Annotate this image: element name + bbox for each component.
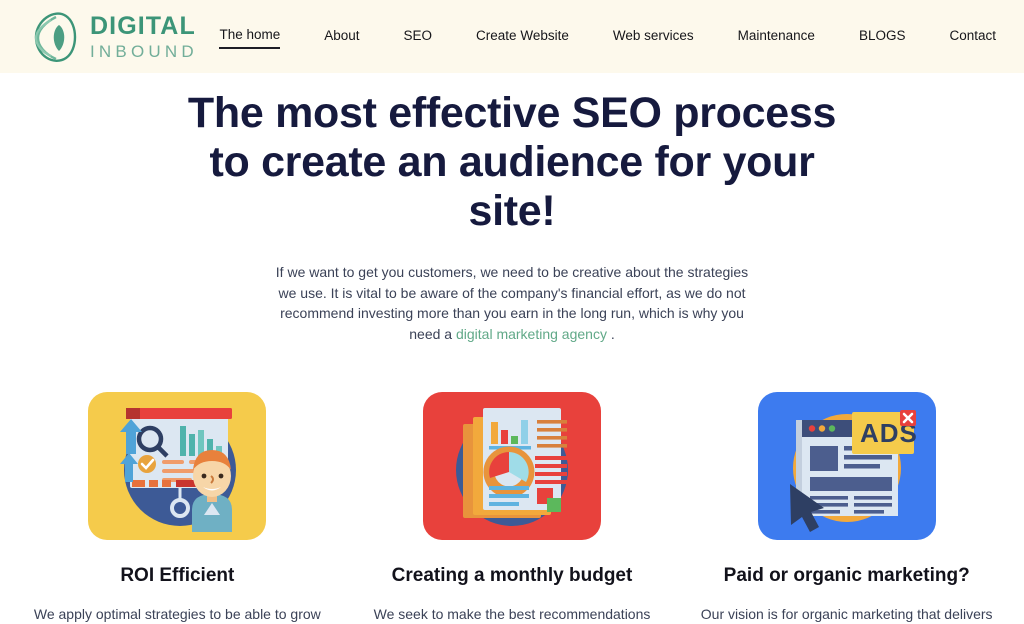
feature-title-roi-efficient: ROI Efficient	[120, 565, 235, 586]
leaf-circle-logo-icon	[34, 11, 77, 62]
nav-item-blogs[interactable]: BLOGS	[859, 25, 906, 48]
hero-paragraph-tail: .	[606, 325, 615, 342]
nav-item-create-website[interactable]: Create Website	[476, 25, 569, 48]
budget-documents-report-icon	[423, 392, 601, 540]
site-header: DIGITAL INBOUND The home About SEO Creat…	[0, 0, 1024, 73]
brand-wordmark: DIGITAL INBOUND	[90, 11, 198, 61]
nav-item-maintenance[interactable]: Maintenance	[738, 25, 815, 48]
brand-logo[interactable]: DIGITAL INBOUND	[26, 11, 198, 63]
nav-item-contact[interactable]: Contact	[949, 25, 996, 48]
nav-item-about[interactable]: About	[324, 25, 359, 48]
feature-title-monthly-budget: Creating a monthly budget	[391, 565, 633, 586]
brand-line-2: INBOUND	[90, 41, 198, 61]
feature-card-paid-organic: ADS Paid or organic marketing? Our visio…	[679, 392, 1014, 624]
feature-description-monthly-budget: We seek to make the best recommendations…	[373, 606, 651, 622]
seo-report-presentation-icon	[88, 392, 267, 540]
feature-description-paid-organic: Our vision is for organic marketing that…	[700, 606, 993, 622]
brand-line-1: DIGITAL	[90, 11, 196, 40]
nav-item-web-services[interactable]: Web services	[613, 25, 694, 48]
feature-title-paid-organic: Paid or organic marketing?	[723, 565, 970, 586]
nav-item-seo[interactable]: SEO	[404, 25, 433, 48]
feature-description-roi-efficient: We apply optimal strategies to be able t…	[33, 606, 321, 622]
ads-browser-click-icon: ADS	[757, 392, 936, 540]
feature-card-roi-efficient: ROI Efficient We apply optimal strategie…	[10, 392, 345, 624]
hero-paragraph: If we want to get you customers, we need…	[271, 262, 753, 344]
page-title: The most effective SEO process to create…	[187, 89, 837, 235]
digital-marketing-agency-link[interactable]: digital marketing agency	[456, 326, 607, 342]
hero-section: The most effective SEO process to create…	[0, 73, 1024, 344]
feature-card-monthly-budget: Creating a monthly budget We seek to mak…	[345, 392, 680, 624]
nav-item-the-home[interactable]: The home	[219, 24, 281, 49]
main-navigation: The home About SEO Create Website Web se…	[219, 24, 996, 49]
features-section: ROI Efficient We apply optimal strategie…	[0, 392, 1024, 624]
